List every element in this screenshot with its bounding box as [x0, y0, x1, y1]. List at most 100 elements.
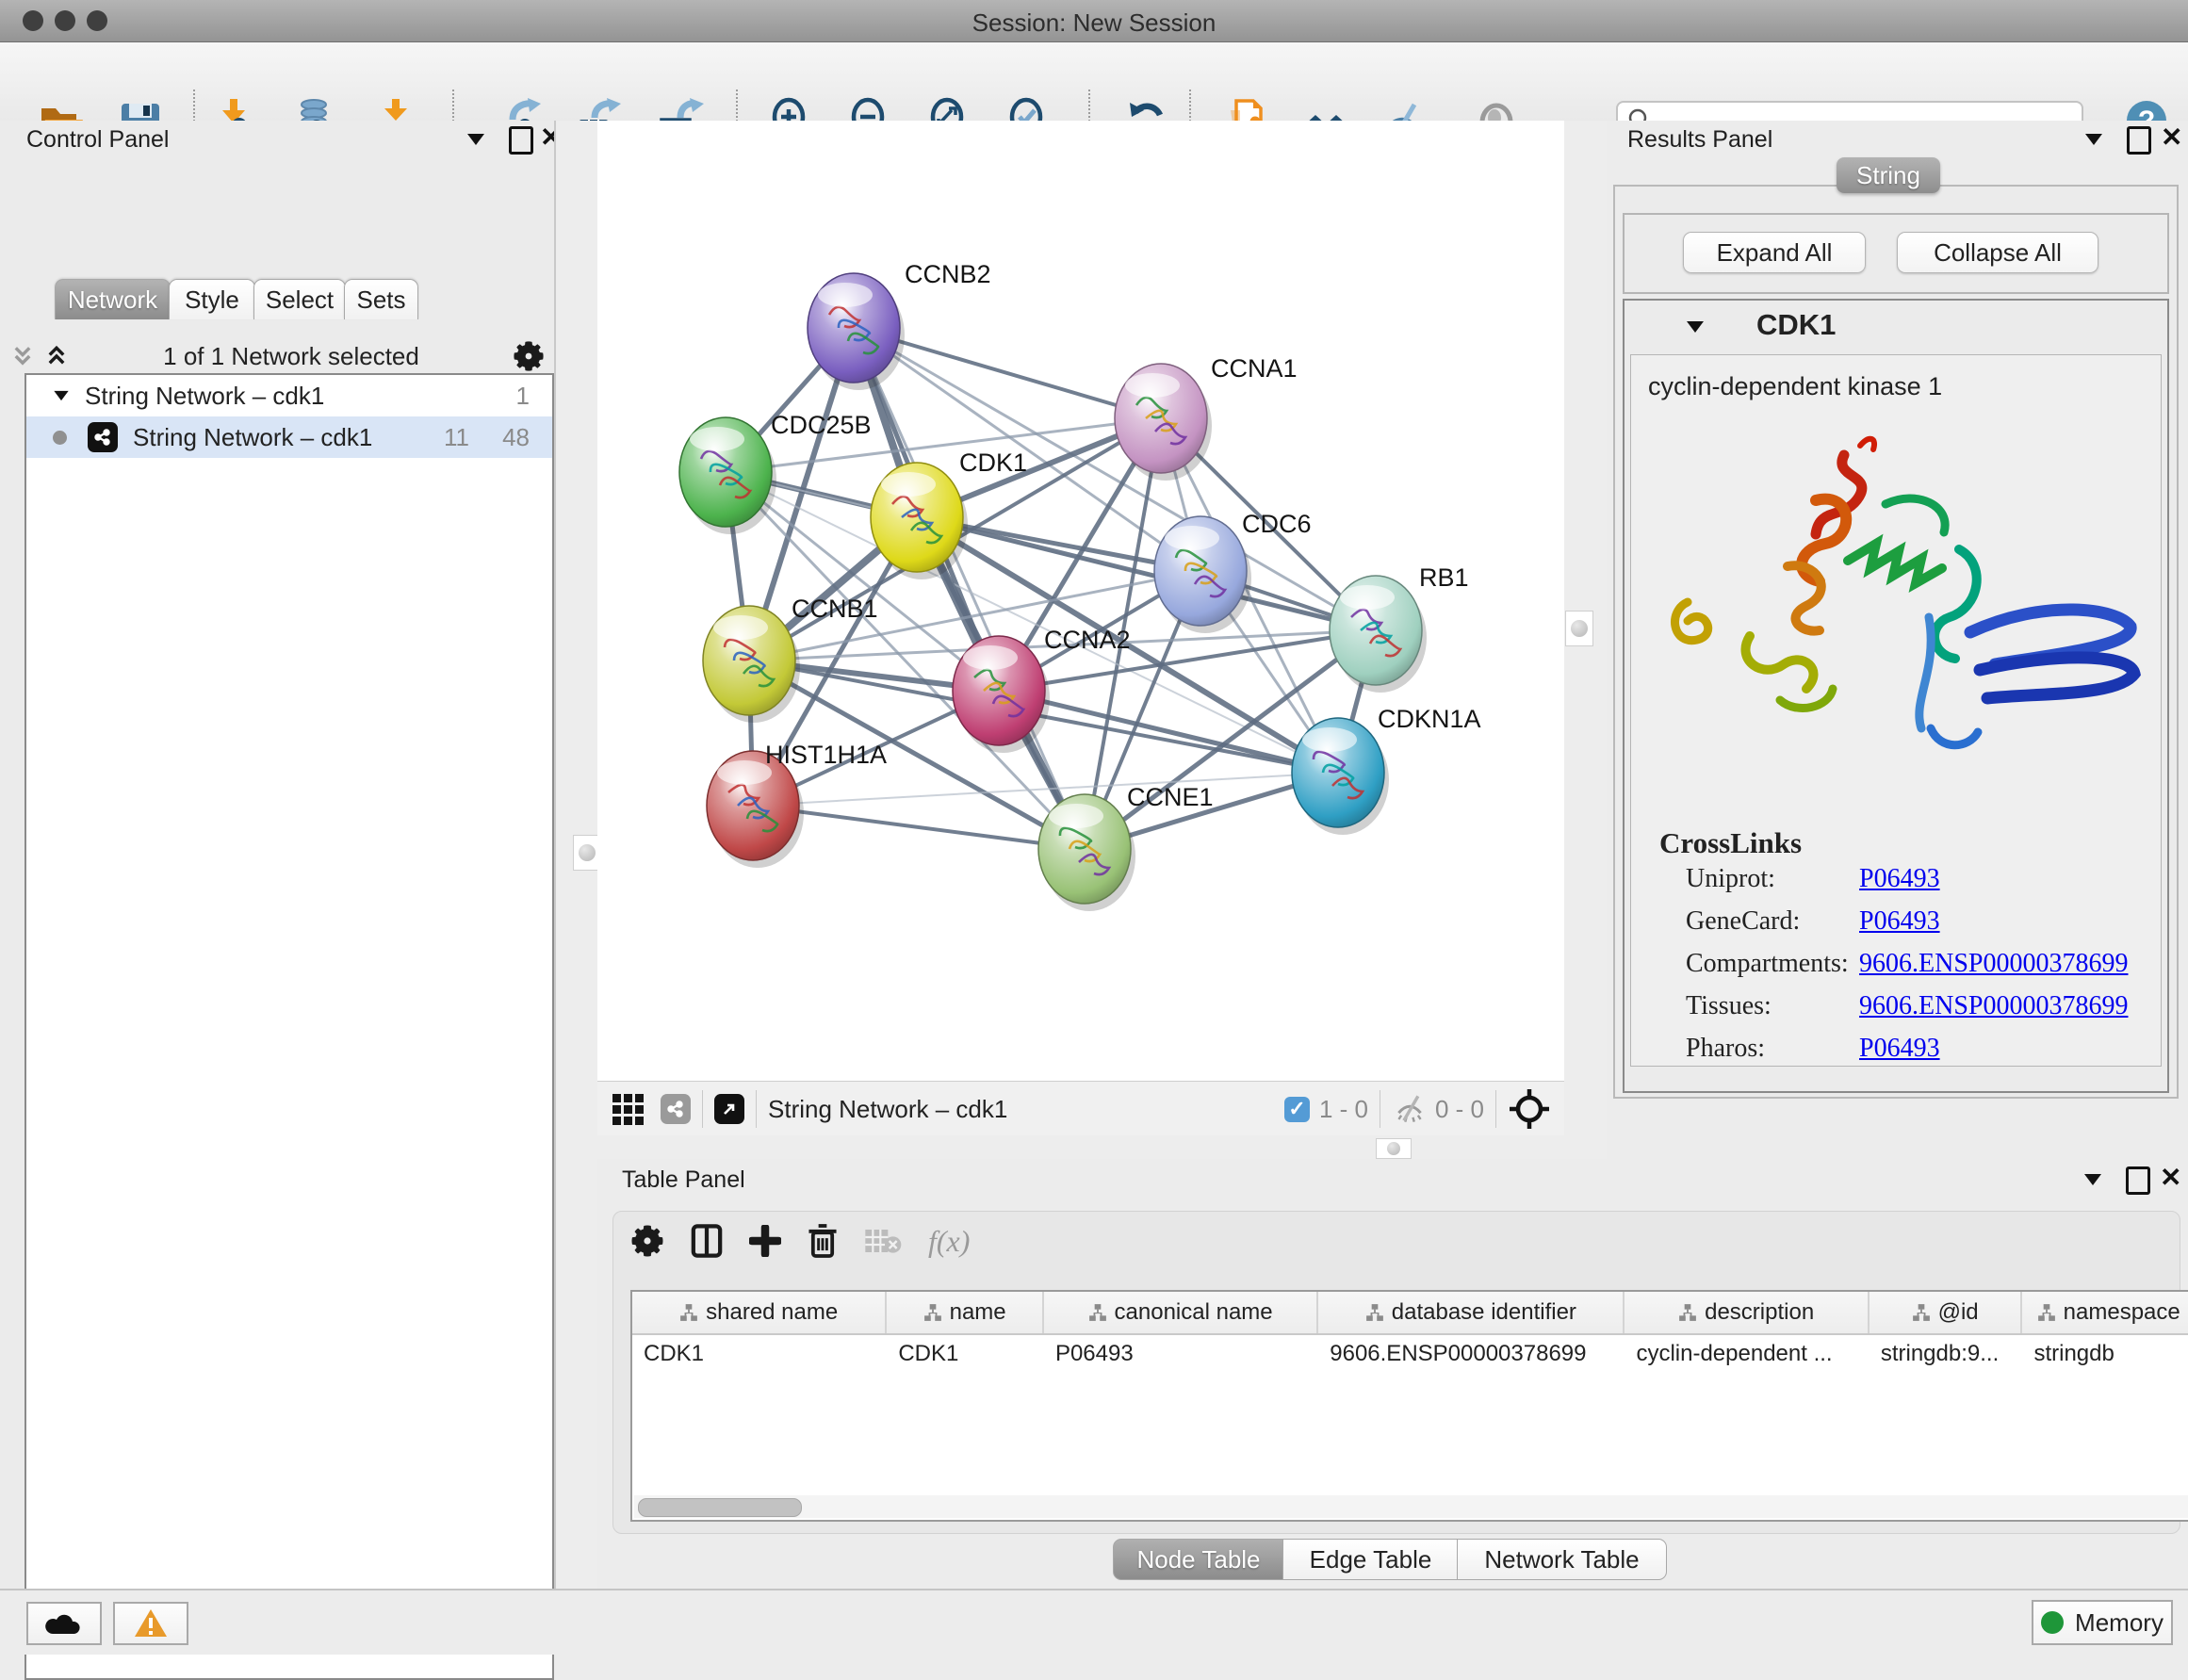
column-header[interactable]: shared name — [632, 1292, 887, 1333]
network-options-gear-icon[interactable] — [513, 340, 545, 372]
add-column-icon[interactable] — [749, 1225, 781, 1257]
window-title: Session: New Session — [0, 8, 2188, 38]
delete-table-icon — [864, 1226, 902, 1256]
table-header-row: shared name name canonical name database… — [632, 1292, 2188, 1335]
crosslink-row: GeneCard: — [1686, 906, 1800, 937]
grid-view-icon[interactable] — [612, 1094, 644, 1125]
function-builder-icon: f(x) — [928, 1224, 970, 1259]
tab-network[interactable]: Network — [55, 279, 171, 319]
control-panel-float-icon[interactable] — [509, 126, 533, 155]
crosslink-row: Tissues: — [1686, 991, 1772, 1021]
tab-edge-table[interactable]: Edge Table — [1282, 1539, 1459, 1580]
table-row[interactable]: CDK1 CDK1 P06493 9606.ENSP00000378699 cy… — [632, 1335, 2188, 1373]
column-header[interactable]: database identifier — [1318, 1292, 1625, 1333]
column-header[interactable]: description — [1625, 1292, 1869, 1333]
crosslink-tissues-link[interactable]: 9606.ENSP00000378699 — [1859, 991, 2128, 1021]
warnings-button[interactable] — [113, 1602, 188, 1645]
cloud-status-button[interactable] — [26, 1602, 102, 1645]
collapse-all-button[interactable]: Collapse All — [1897, 232, 2098, 273]
memory-status-dot — [2041, 1611, 2064, 1634]
attribute-icon — [1912, 1303, 1931, 1322]
birds-eye-view-icon[interactable] — [1508, 1087, 1551, 1131]
node-label: CDKN1A — [1378, 705, 1481, 733]
network-node-CCNB2[interactable]: CCNB2 — [808, 260, 991, 390]
tab-style[interactable]: Style — [169, 279, 255, 319]
control-panel: Control Panel ✕ Network Style Select Set… — [0, 121, 554, 1589]
horizontal-splitter-handle[interactable] — [1376, 1138, 1412, 1159]
delete-column-trash-icon[interactable] — [808, 1223, 838, 1259]
network-collection-row[interactable]: String Network – cdk1 1 — [26, 375, 552, 416]
network-node-CCNE1[interactable]: CCNE1 — [1038, 783, 1214, 911]
string-results-tab[interactable]: String — [1837, 157, 1940, 193]
column-header[interactable]: namespace — [2022, 1292, 2188, 1333]
tab-node-table[interactable]: Node Table — [1113, 1539, 1284, 1580]
column-header[interactable]: name — [887, 1292, 1044, 1333]
title-bar: Session: New Session — [0, 0, 2188, 42]
results-panel-float-icon[interactable] — [2127, 126, 2151, 155]
column-header[interactable]: canonical name — [1044, 1292, 1318, 1333]
gene-name: CDK1 — [1756, 308, 1836, 342]
expand-all-button[interactable]: Expand All — [1683, 232, 1866, 273]
table-panel-float-icon[interactable] — [2126, 1166, 2150, 1195]
network-canvas[interactable]: CCNB2CCNA1CDC25BCDK1CDC6RB1CCNB1CCNA2CDK… — [597, 121, 1564, 1081]
table-panel: Table Panel ✕ — [597, 1159, 2188, 1589]
crosslink-uniprot-link[interactable]: P06493 — [1859, 864, 1940, 894]
hidden-eye-icon — [1392, 1095, 1428, 1123]
node-label: CDC25B — [771, 411, 872, 439]
table-options-gear-icon[interactable] — [630, 1224, 664, 1258]
crosslink-genecard-link[interactable]: P06493 — [1859, 906, 1940, 937]
table-panel-menu-icon[interactable] — [2084, 1174, 2101, 1185]
string-results-box: Expand All Collapse All CDK1 cyclin-depe… — [1613, 185, 2179, 1099]
network-view-toolbar: String Network – cdk1 ✓ 1 - 0 0 - 0 — [597, 1081, 1564, 1136]
network-node-CDKN1A[interactable]: CDKN1A — [1292, 705, 1481, 835]
collection-count: 1 — [516, 382, 530, 411]
network-node-CDK1[interactable]: CDK1 — [871, 449, 1027, 579]
collection-expander-icon[interactable] — [54, 391, 68, 400]
horizontal-scrollbar[interactable] — [634, 1495, 2188, 1518]
results-panel-title: Results Panel — [1627, 126, 1772, 154]
network-share-icon[interactable] — [661, 1094, 691, 1124]
memory-button[interactable]: Memory — [2032, 1600, 2173, 1645]
network-tree: String Network – cdk1 1 String Network –… — [24, 373, 554, 1680]
warning-icon — [133, 1607, 169, 1639]
results-panel-menu-icon[interactable] — [2085, 134, 2102, 145]
gene-description: cyclin-dependent kinase 1 — [1648, 372, 1942, 401]
column-header[interactable]: @id — [1870, 1292, 2023, 1333]
attribute-icon — [2037, 1303, 2056, 1322]
crosslink-compartments-link[interactable]: 9606.ENSP00000378699 — [1859, 949, 2128, 979]
cloud-icon — [44, 1609, 84, 1638]
control-panel-menu-icon[interactable] — [467, 134, 484, 145]
detach-view-icon[interactable] — [714, 1094, 744, 1124]
hidden-count: 0 - 0 — [1435, 1095, 1484, 1124]
select-columns-icon[interactable] — [691, 1223, 723, 1259]
table-panel-close-icon[interactable]: ✕ — [2160, 1165, 2181, 1191]
attribute-icon — [679, 1303, 698, 1322]
node-table: shared name name canonical name database… — [630, 1290, 2188, 1522]
tab-select[interactable]: Select — [253, 279, 346, 319]
network-node-CCNB1[interactable]: CCNB1 — [703, 595, 878, 723]
crosslink-row: Compartments: — [1686, 949, 1849, 979]
collapse-all-chevron-icon[interactable] — [9, 344, 36, 368]
tab-network-table[interactable]: Network Table — [1457, 1539, 1667, 1580]
network-node-CDC25B[interactable]: CDC25B — [679, 411, 872, 534]
tab-sets[interactable]: Sets — [344, 279, 418, 319]
results-panel-close-icon[interactable]: ✕ — [2161, 124, 2182, 151]
node-label: CCNA1 — [1211, 354, 1298, 383]
network-node-HIST1H1A[interactable]: HIST1H1A — [707, 741, 887, 868]
network-row[interactable]: String Network – cdk1 11 48 — [26, 416, 552, 458]
scrollbar-thumb[interactable] — [638, 1498, 802, 1517]
status-bar: Memory — [0, 1589, 2188, 1655]
node-count: 11 — [444, 423, 469, 452]
left-splitter[interactable] — [554, 121, 599, 1589]
edge-count: 48 — [502, 423, 530, 452]
node-label: HIST1H1A — [765, 741, 887, 769]
expand-all-chevron-icon[interactable] — [43, 344, 70, 368]
crosslink-pharos-link[interactable]: P06493 — [1859, 1034, 1940, 1064]
gene-card-collapse-icon[interactable] — [1687, 321, 1704, 333]
right-splitter-handle[interactable] — [1565, 611, 1593, 646]
attribute-icon — [923, 1303, 942, 1322]
network-node-CDC6[interactable]: CDC6 — [1154, 510, 1312, 633]
selected-checkbox[interactable]: ✓ — [1284, 1097, 1310, 1122]
network-node-RB1[interactable]: RB1 — [1330, 563, 1469, 693]
right-splitter[interactable] — [1564, 121, 1609, 1135]
